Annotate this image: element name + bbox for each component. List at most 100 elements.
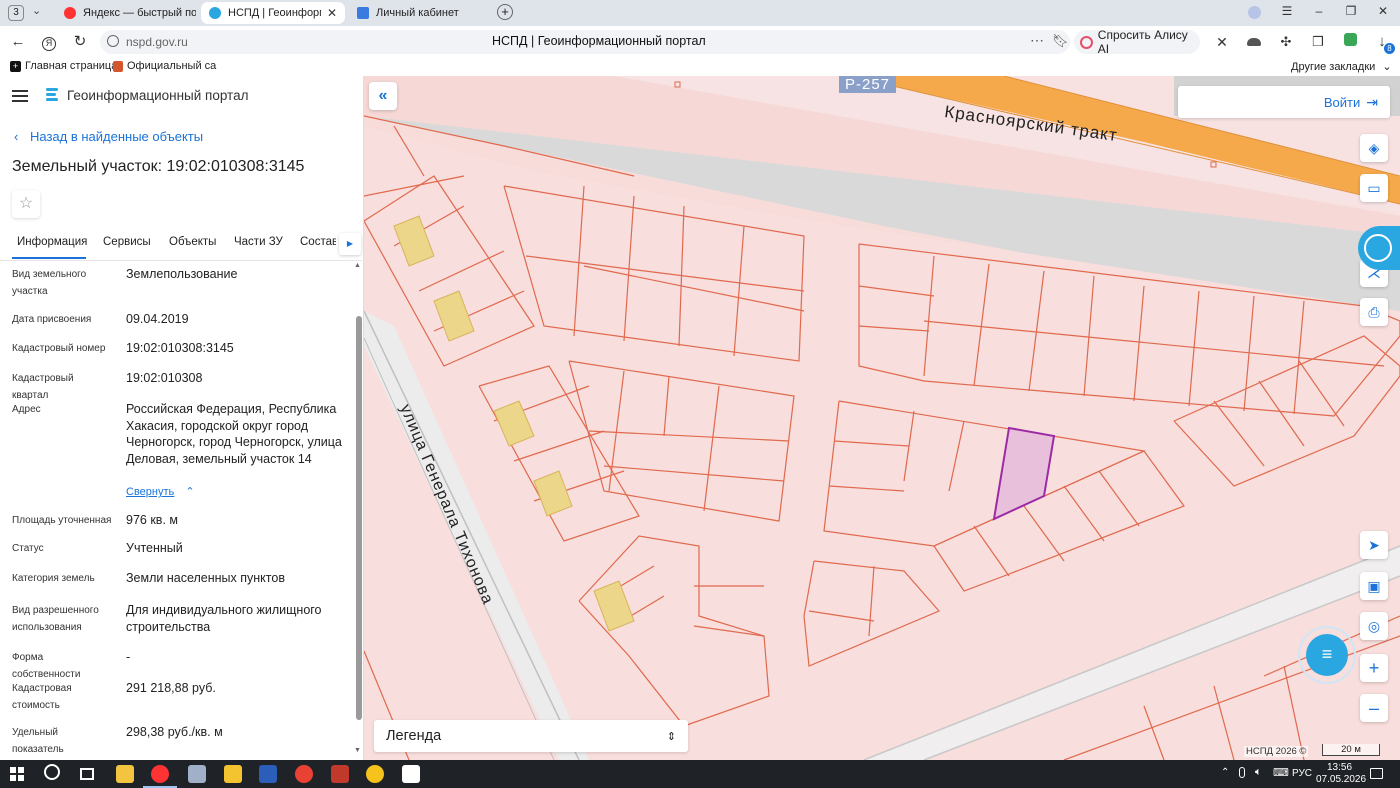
- url-text: nspd.gov.ru: [126, 35, 188, 49]
- language-indicator[interactable]: РУС: [1292, 768, 1312, 779]
- collapse-address-link[interactable]: Свернуть ⌃: [126, 485, 195, 498]
- row-label-land-type: Вид земельного участка: [12, 269, 87, 297]
- file-explorer-icon[interactable]: [116, 765, 134, 783]
- portal-title: Геоинформационный портал: [67, 88, 249, 103]
- chevron-up-icon: ⌃: [185, 486, 195, 498]
- row-label-date: Дата присвоения: [12, 314, 92, 325]
- emblem-bookmark-icon: [113, 60, 123, 72]
- tab-nspd[interactable]: НСПД | Геоинформационн ✕: [201, 2, 345, 24]
- geolocation-button[interactable]: ◎: [1360, 612, 1388, 640]
- menu-icon[interactable]: ☰: [1278, 4, 1296, 18]
- gosuslugi-extension-icon[interactable]: [1340, 32, 1360, 52]
- nspd-favicon-icon: [209, 7, 221, 19]
- notes-app-icon[interactable]: [224, 765, 242, 783]
- print-button[interactable]: ⎙: [1360, 298, 1388, 326]
- word-icon[interactable]: [259, 765, 277, 783]
- volume-icon[interactable]: 🔈︎: [1255, 766, 1262, 779]
- close-window-icon[interactable]: ✕: [1374, 4, 1392, 18]
- object-title: Земельный участок: 19:02:010308:3145: [12, 158, 305, 175]
- tab-parts[interactable]: Части ЗУ: [234, 236, 283, 248]
- tab-count-badge[interactable]: 3: [8, 5, 24, 21]
- site-info-icon[interactable]: [107, 35, 119, 47]
- other-bookmarks[interactable]: Другие закладки ⌄: [1291, 60, 1392, 73]
- yandex-favicon-icon: [64, 7, 76, 19]
- row-value-date: 09.04.2019: [126, 312, 189, 326]
- app-yu-icon[interactable]: [331, 765, 349, 783]
- microphone-icon[interactable]: [1239, 767, 1245, 778]
- tab-cabinet[interactable]: Личный кабинет: [349, 2, 489, 24]
- portal-logo-icon: [44, 87, 60, 103]
- chat-button[interactable]: ≡: [1298, 626, 1356, 684]
- url-field[interactable]: nspd.gov.ru НСПД | Геоинформационный пор…: [100, 30, 1070, 54]
- extension-hat-icon[interactable]: [1244, 32, 1264, 52]
- tab-services[interactable]: Сервисы: [103, 236, 151, 248]
- home-bookmark-icon: +: [10, 60, 21, 72]
- search-icon[interactable]: [44, 764, 60, 780]
- tab-yandex[interactable]: Яндекс — быстрый поиск: [56, 2, 196, 24]
- tabs-scroll-right-button[interactable]: ▶: [339, 233, 361, 255]
- zoom-out-button[interactable]: –: [1360, 694, 1388, 722]
- close-tab-icon[interactable]: ✕: [321, 6, 337, 20]
- collections-icon[interactable]: ❒: [1308, 32, 1328, 52]
- minimize-icon[interactable]: –: [1310, 4, 1328, 18]
- legend-dropdown[interactable]: Легенда ⇕: [374, 720, 688, 752]
- network-icon[interactable]: ⌨︎: [1273, 766, 1289, 779]
- yandex-browser-icon[interactable]: [151, 765, 169, 783]
- bookmark-home[interactable]: + Главная страница: [10, 60, 117, 72]
- hamburger-menu-icon[interactable]: [12, 90, 28, 102]
- extensions-puzzle-icon[interactable]: ✣: [1276, 32, 1296, 52]
- tab-info[interactable]: Информация: [17, 236, 87, 248]
- row-label-area: Площадь уточненная: [12, 515, 112, 526]
- edge-widget-button[interactable]: [1358, 226, 1400, 270]
- app-hand-icon[interactable]: [188, 765, 206, 783]
- page-title-text: НСПД | Геоинформационный портал: [492, 34, 706, 48]
- locate-button[interactable]: ➤: [1360, 531, 1388, 559]
- zoom-in-button[interactable]: +: [1360, 654, 1388, 682]
- tab-composition[interactable]: Состав: [300, 236, 336, 248]
- row-label-specific-value: Удельный показатель кадастровой: [12, 727, 64, 755]
- clock-time[interactable]: 13:56: [1327, 762, 1352, 773]
- tab-objects[interactable]: Объекты: [169, 236, 216, 248]
- windows-start-icon[interactable]: [10, 767, 24, 781]
- 1c-icon[interactable]: [366, 765, 384, 783]
- reload-icon[interactable]: ↻: [70, 32, 90, 52]
- back-icon[interactable]: ←: [8, 32, 28, 52]
- row-value-land-type: Землепользование: [126, 267, 238, 281]
- task-view-icon[interactable]: [80, 768, 94, 780]
- bookmark-icon[interactable]: 🔖︎: [1052, 33, 1069, 49]
- windows-taskbar: ⌃ 🔈︎ ⌨︎ РУС 13:56 07.05.2026: [0, 760, 1400, 788]
- tray-chevron-icon[interactable]: ⌃: [1221, 767, 1229, 778]
- clock-date[interactable]: 07.05.2026: [1316, 774, 1366, 785]
- map-canvas[interactable]: Р-257 Красноярский тракт улица Генерала …: [364, 76, 1400, 760]
- layers-button[interactable]: ◈: [1360, 134, 1388, 162]
- address-bar: ← Я ↻ nspd.gov.ru НСПД | Геоинформационн…: [0, 26, 1400, 58]
- tab-label: НСПД | Геоинформационн: [228, 7, 321, 19]
- tab-parts-label: Части ЗУ: [234, 236, 283, 248]
- restore-icon[interactable]: ❐: [1342, 4, 1360, 18]
- measure-ruler-button[interactable]: ▭: [1360, 174, 1388, 202]
- row-value-permitted-use: Для индивидуального жилищного строительс…: [126, 603, 322, 634]
- more-icon[interactable]: ⋯: [1030, 32, 1044, 49]
- bookmark-official[interactable]: Официальный са: [113, 60, 216, 72]
- notifications-icon[interactable]: [1370, 768, 1383, 779]
- panel-scrollbar-thumb[interactable]: [356, 316, 362, 720]
- new-tab-button[interactable]: +: [497, 4, 513, 20]
- document-icon[interactable]: [402, 765, 420, 783]
- alice-button[interactable]: Спросить Алису AI: [1074, 28, 1200, 56]
- chat-bubble-icon: ≡: [1306, 634, 1348, 676]
- profile-icon[interactable]: [1248, 6, 1261, 19]
- tab-list-chevron-icon[interactable]: ⌄: [32, 4, 41, 17]
- login-button[interactable]: Войти ⇥: [1178, 86, 1390, 118]
- chrome-icon[interactable]: [295, 765, 313, 783]
- favorite-star-button[interactable]: ☆: [12, 190, 40, 218]
- panel-scrollbar-down-arrow[interactable]: ▼: [354, 747, 361, 754]
- collapse-panel-button[interactable]: «: [369, 82, 397, 110]
- extension-tools-icon[interactable]: ✕: [1212, 32, 1232, 52]
- yandex-logo-icon[interactable]: Я: [39, 32, 59, 52]
- panel-scrollbar-up-arrow[interactable]: ▲: [354, 262, 361, 269]
- back-to-results-link[interactable]: ‹ Назад в найденные объекты: [14, 129, 203, 144]
- minimap-button[interactable]: ▣: [1360, 572, 1388, 600]
- bookmark-label: Главная страница: [25, 60, 118, 72]
- tab-label: Яндекс — быстрый поиск: [83, 7, 196, 19]
- chevron-updown-icon: ⇕: [666, 730, 676, 743]
